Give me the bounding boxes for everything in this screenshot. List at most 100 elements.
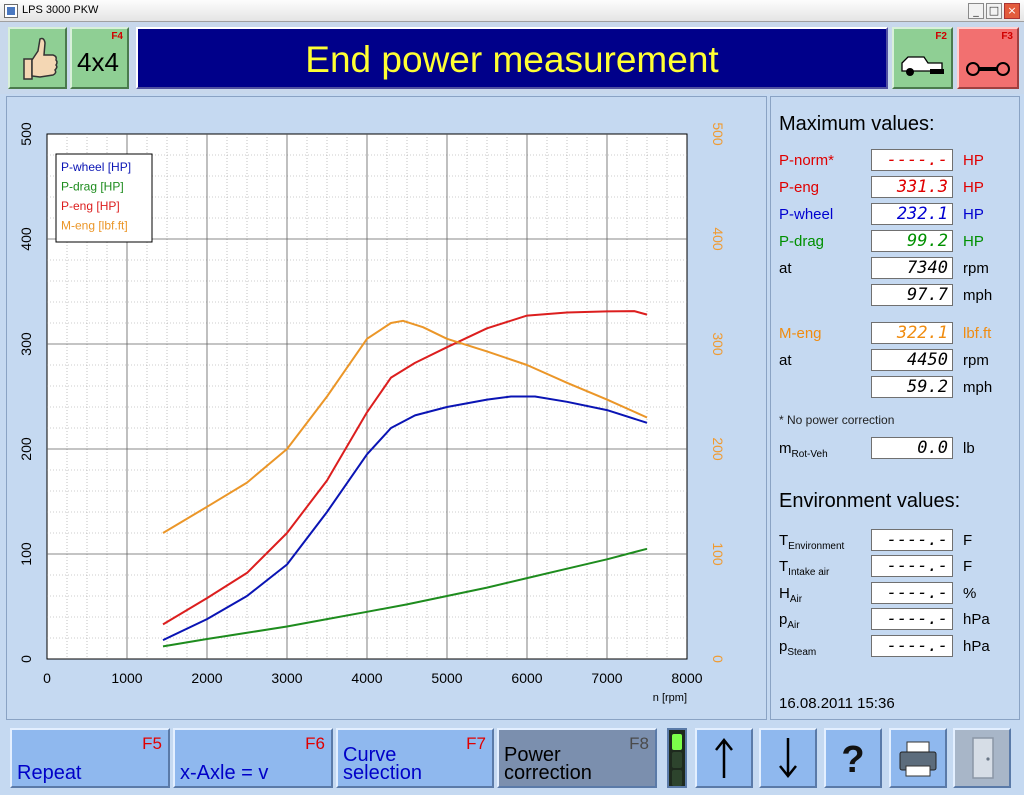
environment-value-label: pAir bbox=[779, 611, 800, 631]
mass-label-sub: Rot-Veh bbox=[791, 449, 828, 460]
environment-value-unit: % bbox=[963, 585, 977, 602]
dyno-vehicle-icon bbox=[901, 56, 944, 76]
title-bar: LPS 3000 PKW _ □ × bbox=[0, 0, 1024, 22]
x-axle-label: x-Axle = v bbox=[180, 762, 269, 784]
env-label-sub: Air bbox=[789, 594, 803, 605]
max-value-unit: rpm bbox=[963, 352, 989, 369]
environment-value-field: ----.- bbox=[871, 608, 953, 630]
help-button[interactable]: ? bbox=[824, 728, 882, 788]
four-by-four-label: 4x4 bbox=[77, 47, 119, 77]
scroll-up-button[interactable] bbox=[695, 728, 753, 788]
env-label-main: H bbox=[779, 585, 790, 602]
legend-entry: M-eng [lbf.ft] bbox=[61, 219, 128, 233]
max-value-field: 59.2 bbox=[871, 376, 953, 398]
env-label-sub: Steam bbox=[787, 647, 817, 658]
repeat-button[interactable]: F5 Repeat bbox=[10, 728, 170, 788]
max-value-label: P-norm* bbox=[779, 152, 835, 169]
environment-value-unit: hPa bbox=[963, 638, 990, 655]
y-tick-label-left: 0 bbox=[18, 655, 34, 663]
minimize-button[interactable]: _ bbox=[968, 3, 984, 19]
x-tick-label: 7000 bbox=[591, 670, 622, 686]
x-axle-button[interactable]: F6 x-Axle = v bbox=[173, 728, 333, 788]
f2-vehicle-button[interactable]: F2 bbox=[892, 27, 953, 89]
power-correction-button[interactable]: F8 Power correction bbox=[497, 728, 657, 788]
env-label-sub: Intake air bbox=[788, 567, 830, 578]
ok-button[interactable] bbox=[8, 27, 67, 89]
environment-value-label: pSteam bbox=[779, 638, 816, 658]
repeat-label: Repeat bbox=[17, 762, 82, 784]
f3-rollers-button[interactable]: F3 bbox=[957, 27, 1019, 89]
max-value-unit: HP bbox=[963, 179, 984, 196]
app-icon bbox=[4, 4, 18, 18]
x-axis-label: n [rpm] bbox=[653, 692, 687, 704]
max-value-row: at 7340 rpm bbox=[779, 257, 1019, 279]
power-curve-chart: 0 1000 2000 3000 4000 5000 6000 7000 8000n [rpm]… bbox=[18, 122, 726, 704]
environment-values-heading: Environment values: bbox=[779, 490, 961, 512]
env-label-sub: Environment bbox=[788, 541, 845, 552]
environment-value-field: ----.- bbox=[871, 635, 953, 657]
app-window: LPS 3000 PKW _ □ × F4 4x4 End power meas… bbox=[0, 0, 1024, 795]
environment-value-label: TEnvironment bbox=[779, 532, 844, 552]
close-button[interactable]: × bbox=[1004, 3, 1020, 19]
y-tick-label-left: 100 bbox=[18, 542, 34, 566]
curve-selection-button[interactable]: F7 Curve selection bbox=[336, 728, 494, 788]
y-tick-label-left: 400 bbox=[18, 227, 34, 251]
environment-value-row: TIntake air ----.- F bbox=[779, 555, 1019, 578]
max-value-row: 97.7 mph bbox=[779, 284, 1019, 306]
page-title: End power measurement bbox=[305, 39, 719, 80]
max-value-row: 59.2 mph bbox=[779, 376, 1019, 398]
max-value-field: 97.7 bbox=[871, 284, 953, 306]
max-value-label: M-eng bbox=[779, 325, 822, 342]
mass-value: 0.0 bbox=[871, 437, 953, 459]
status-light bbox=[667, 728, 687, 788]
legend-entry: P-eng [HP] bbox=[61, 199, 120, 213]
max-value-label: P-wheel bbox=[779, 206, 834, 223]
chart-panel: 0 1000 2000 3000 4000 5000 6000 7000 8000 n [rpm]… bbox=[6, 96, 767, 720]
f5-key-label: F5 bbox=[142, 734, 162, 753]
maximize-button[interactable]: □ bbox=[986, 3, 1002, 19]
mass-label: mRot-Veh bbox=[779, 440, 828, 460]
date-time: 16.08.2011 15:36 bbox=[779, 695, 895, 712]
x-tick-label: 3000 bbox=[271, 670, 302, 686]
legend-entry: P-drag [HP] bbox=[61, 180, 124, 194]
max-value-unit: mph bbox=[963, 379, 993, 396]
environment-value-field: ----.- bbox=[871, 582, 953, 604]
curve-selection-label: Curve selection bbox=[343, 745, 422, 783]
max-value-field: 99.2 bbox=[871, 230, 953, 252]
y-tick-label-left: 500 bbox=[18, 122, 34, 146]
window-title: LPS 3000 PKW bbox=[22, 4, 99, 16]
four-by-four-button[interactable]: F4 4x4 bbox=[70, 27, 129, 89]
environment-value-unit: F bbox=[963, 558, 973, 575]
max-value-field: 7340 bbox=[871, 257, 953, 279]
max-value-row: M-eng 322.1 lbf.ft bbox=[779, 322, 1019, 344]
environment-value-field: ----.- bbox=[871, 529, 953, 551]
max-values-heading: Maximum values: bbox=[779, 113, 935, 135]
max-value-field: 331.3 bbox=[871, 176, 953, 198]
values-panel: Maximum values: P-norm* ----.- HP P-eng 331.… bbox=[770, 96, 1020, 720]
max-value-unit: HP bbox=[963, 206, 984, 223]
max-value-unit: mph bbox=[963, 287, 993, 304]
max-value-label: at bbox=[779, 260, 792, 277]
max-value-field: 232.1 bbox=[871, 203, 953, 225]
page-title-panel: End power measurement bbox=[136, 27, 888, 89]
x-tick-label: 8000 bbox=[671, 670, 702, 686]
print-button[interactable] bbox=[889, 728, 947, 788]
svg-text:?: ? bbox=[841, 739, 864, 781]
max-value-row: P-drag 99.2 HP bbox=[779, 230, 1019, 252]
max-value-row: at 4450 rpm bbox=[779, 349, 1019, 371]
f6-key-label: F6 bbox=[305, 734, 325, 753]
question-icon: ? bbox=[841, 739, 864, 781]
mass-label-main: m bbox=[779, 440, 792, 457]
scroll-down-button[interactable] bbox=[759, 728, 817, 788]
bottom-toolbar: F5 Repeat F6 x-Axle = v F7 Curve selectio… bbox=[0, 722, 1024, 795]
power-label-line2: correction bbox=[504, 762, 592, 784]
max-value-row: P-norm* ----.- HP bbox=[779, 149, 1019, 171]
main-area: 0 1000 2000 3000 4000 5000 6000 7000 8000 n [rpm]… bbox=[0, 94, 1024, 722]
environment-value-unit: F bbox=[963, 532, 973, 549]
printer-icon bbox=[899, 741, 937, 777]
arrow-up-icon bbox=[715, 737, 733, 778]
max-value-unit: HP bbox=[963, 152, 984, 169]
f8-key-label: F8 bbox=[629, 734, 649, 753]
env-label-main: T bbox=[779, 558, 789, 575]
exit-button[interactable] bbox=[953, 728, 1011, 788]
